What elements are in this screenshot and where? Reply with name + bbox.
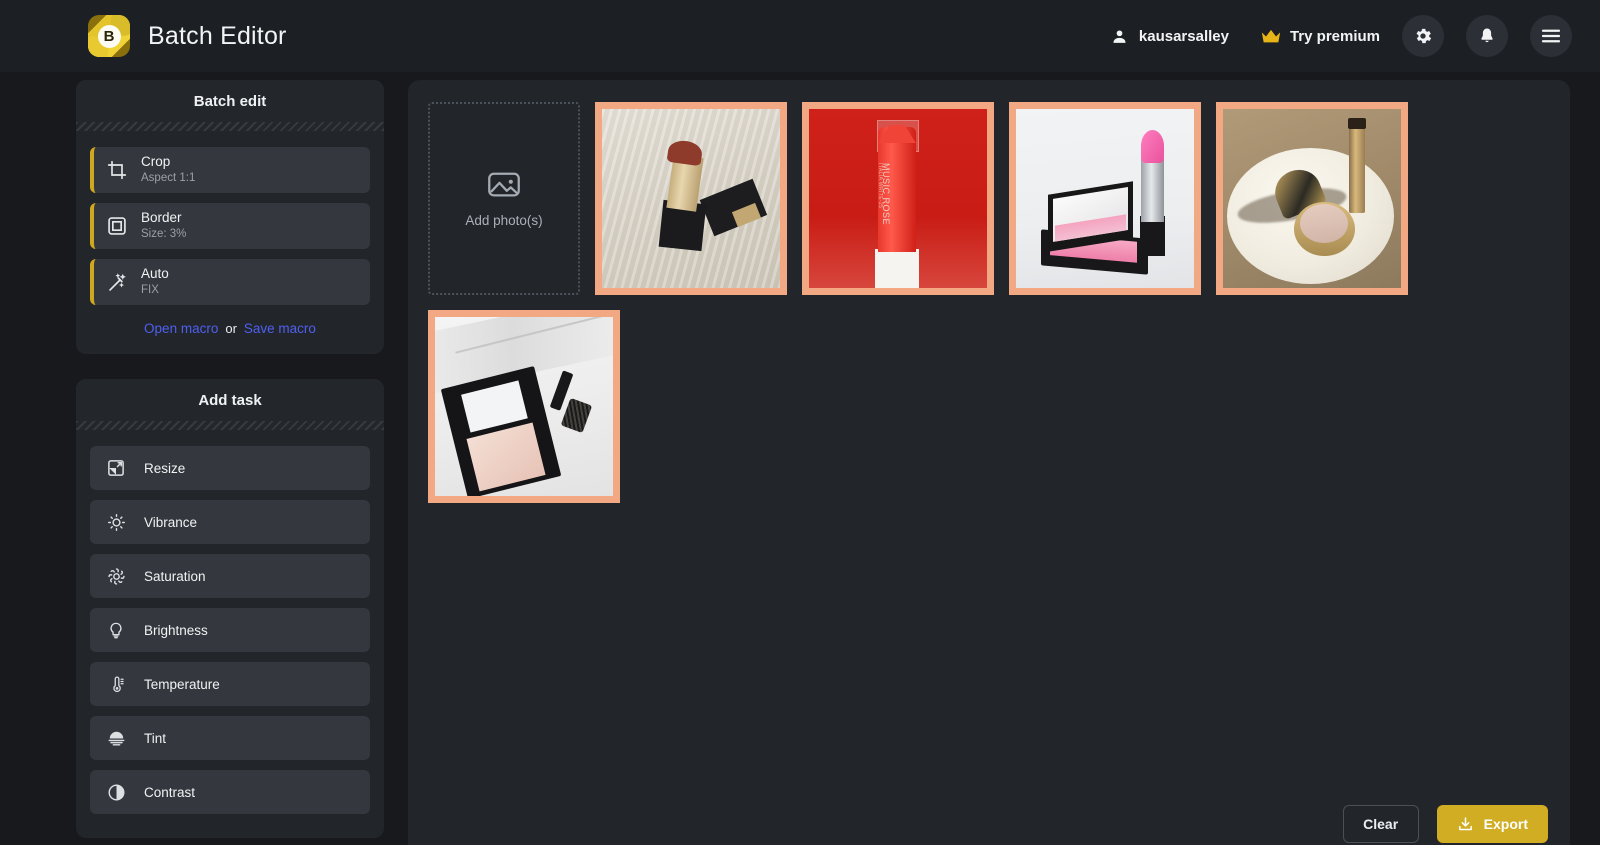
gear-icon <box>1413 26 1433 46</box>
clear-button[interactable]: Clear <box>1342 805 1419 843</box>
batch-edit-panel: Batch edit Crop Aspect 1:1 Border Size: … <box>76 80 384 354</box>
task-subtitle: Size: 3% <box>141 228 187 241</box>
tint-icon <box>106 729 126 748</box>
try-premium-button[interactable]: Try premium <box>1261 28 1380 45</box>
dropzone-label: Add photo(s) <box>465 213 543 228</box>
add-task-label: Contrast <box>144 784 196 800</box>
crop-icon <box>107 160 137 180</box>
save-macro-link[interactable]: Save macro <box>244 321 316 336</box>
add-task-temperature[interactable]: Temperature <box>90 662 370 706</box>
add-task-saturation[interactable]: Saturation <box>90 554 370 598</box>
add-task-label: Vibrance <box>144 514 198 530</box>
panel-divider <box>76 421 384 430</box>
panel-divider <box>76 122 384 131</box>
batch-task-auto[interactable]: Auto FIX <box>90 259 370 305</box>
task-subtitle: Aspect 1:1 <box>141 172 196 185</box>
photo-thumbnail[interactable] <box>428 310 620 503</box>
hamburger-icon <box>1541 28 1561 44</box>
add-task-label: Saturation <box>144 568 206 584</box>
image-icon <box>487 169 521 199</box>
add-task-panel: Add task Resize Vibrance Saturation Brig… <box>76 379 384 838</box>
brand: B Batch Editor <box>88 15 287 57</box>
macro-or-label: or <box>225 321 237 336</box>
photo-3-image <box>1016 109 1194 288</box>
app-logo: B <box>88 15 130 57</box>
add-task-label: Resize <box>144 460 186 476</box>
photo-workspace: Add photo(s) MUSIC ROSE ITALIA WRITE-25 <box>408 80 1570 845</box>
photo-2-sub-text: ITALIA WRITE-25 <box>876 162 883 209</box>
batch-edit-title: Batch edit <box>76 80 384 122</box>
photo-thumbnail[interactable]: MUSIC ROSE ITALIA WRITE-25 <box>802 102 994 295</box>
user-icon <box>1111 28 1128 45</box>
photo-grid: Add photo(s) MUSIC ROSE ITALIA WRITE-25 <box>428 102 1548 503</box>
add-task-brightness[interactable]: Brightness <box>90 608 370 652</box>
task-title: Crop <box>141 154 171 170</box>
header-actions: kausarsalley Try premium <box>1111 15 1572 57</box>
vibrance-icon <box>106 513 126 532</box>
premium-label: Try premium <box>1289 27 1380 45</box>
brightness-icon <box>106 621 126 640</box>
border-icon <box>107 216 137 236</box>
photo-2-image: MUSIC ROSE ITALIA WRITE-25 <box>809 109 987 288</box>
app-header: B Batch Editor kausarsalley Try premium <box>0 0 1600 72</box>
photo-thumbnail[interactable] <box>1216 102 1408 295</box>
resize-icon <box>106 459 126 477</box>
add-task-resize[interactable]: Resize <box>90 446 370 490</box>
add-task-vibrance[interactable]: Vibrance <box>90 500 370 544</box>
download-icon <box>1457 816 1474 833</box>
add-photos-dropzone[interactable]: Add photo(s) <box>428 102 580 295</box>
contrast-icon <box>106 783 126 802</box>
crown-icon <box>1261 29 1281 44</box>
add-task-label: Temperature <box>144 676 220 692</box>
temperature-icon <box>106 675 126 694</box>
photo-1-image <box>602 109 780 288</box>
open-macro-link[interactable]: Open macro <box>144 321 218 336</box>
task-title: Auto <box>141 266 169 282</box>
add-task-contrast[interactable]: Contrast <box>90 770 370 814</box>
notifications-button[interactable] <box>1466 15 1508 57</box>
account-button[interactable]: kausarsalley <box>1111 28 1229 45</box>
username-label: kausarsalley <box>1138 27 1229 45</box>
photo-thumbnail[interactable] <box>595 102 787 295</box>
task-title: Border <box>141 210 182 226</box>
menu-button[interactable] <box>1530 15 1572 57</box>
add-task-tint[interactable]: Tint <box>90 716 370 760</box>
workspace-actions: Clear Export <box>1342 805 1548 843</box>
sidebar: Batch edit Crop Aspect 1:1 Border Size: … <box>76 80 384 845</box>
batch-task-crop[interactable]: Crop Aspect 1:1 <box>90 147 370 193</box>
add-task-title: Add task <box>76 379 384 421</box>
app-body: Batch edit Crop Aspect 1:1 Border Size: … <box>0 72 1600 845</box>
photo-4-image <box>1223 109 1401 288</box>
export-label: Export <box>1483 816 1528 832</box>
task-subtitle: FIX <box>141 284 159 297</box>
add-task-list: Resize Vibrance Saturation Brightness Te… <box>76 430 384 838</box>
add-task-label: Brightness <box>144 622 208 638</box>
batch-task-border[interactable]: Border Size: 3% <box>90 203 370 249</box>
logo-letter: B <box>97 24 121 48</box>
page-title: Batch Editor <box>148 21 287 50</box>
bell-icon <box>1478 26 1496 46</box>
batch-edit-list: Crop Aspect 1:1 Border Size: 3% Auto FIX… <box>76 131 384 354</box>
macro-actions: Open macro or Save macro <box>90 321 370 336</box>
export-button[interactable]: Export <box>1436 805 1548 843</box>
settings-button[interactable] <box>1402 15 1444 57</box>
add-task-label: Tint <box>144 730 167 746</box>
saturation-icon <box>106 567 126 586</box>
photo-thumbnail[interactable] <box>1009 102 1201 295</box>
magic-wand-icon <box>107 272 137 293</box>
photo-5-image <box>435 317 613 496</box>
